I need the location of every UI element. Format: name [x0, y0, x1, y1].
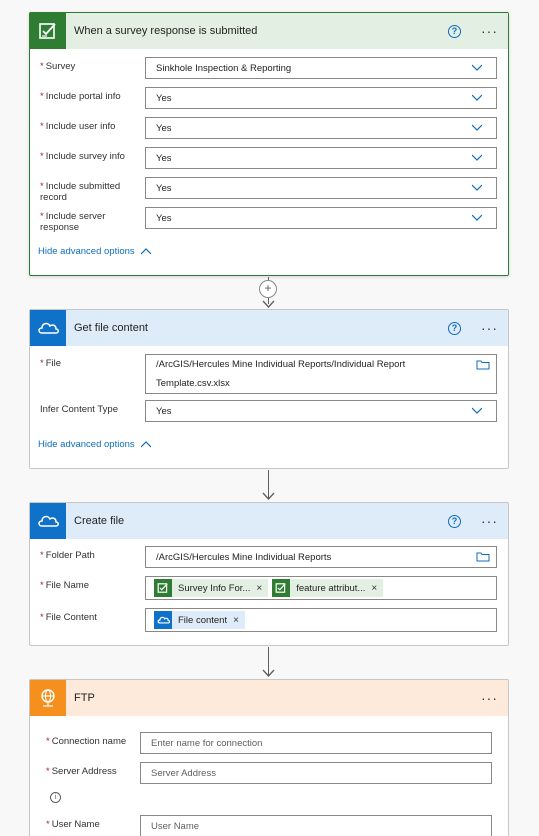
field-label: * Include survey info [40, 151, 125, 162]
include-user-info-select[interactable]: Yes [145, 117, 497, 139]
include-survey-info-select[interactable]: Yes [145, 147, 497, 169]
connection-name-input[interactable]: Enter name for connection [140, 732, 492, 754]
include-submitted-record-select[interactable]: Yes [145, 177, 497, 199]
onedrive-icon [30, 310, 66, 346]
field-label: * File Name [40, 580, 89, 591]
field-label: * User Name [46, 819, 100, 830]
folder-path-field[interactable]: /ArcGIS/Hercules Mine Individual Reports [145, 546, 497, 568]
onedrive-icon [154, 611, 172, 629]
chevron-down-icon [472, 94, 482, 101]
chevron-down-icon [472, 124, 482, 131]
user-name-input[interactable]: User Name [140, 815, 492, 836]
chevron-up-icon [140, 247, 151, 254]
arrow-down-icon [262, 669, 275, 677]
include-server-response-select[interactable]: Yes [145, 207, 497, 229]
survey-select[interactable]: Sinkhole Inspection & Reporting [145, 57, 497, 79]
chevron-down-icon [472, 64, 482, 71]
folder-icon[interactable] [476, 551, 490, 562]
help-icon[interactable]: ? [448, 321, 461, 335]
remove-token-icon[interactable]: × [233, 615, 239, 626]
get-file-card-header[interactable]: Get file content ? ··· [30, 310, 508, 346]
survey-card-header[interactable]: When a survey response is submitted ? ··… [30, 13, 508, 49]
field-label: * Include submitted record [40, 181, 121, 203]
server-address-input[interactable]: Server Address [140, 762, 492, 784]
file-path-field[interactable]: /ArcGIS/Hercules Mine Individual Reports… [145, 354, 497, 394]
dynamic-content-token[interactable]: feature attribut... × [272, 579, 384, 597]
dynamic-content-token[interactable]: File content × [154, 611, 245, 629]
field-label: * Folder Path [40, 550, 95, 561]
chevron-up-icon [140, 440, 151, 447]
create-file-card-title: Create file [74, 515, 125, 527]
field-label: * Include server response [40, 211, 106, 233]
file-content-field[interactable]: File content × [145, 608, 497, 632]
include-portal-info-select[interactable]: Yes [145, 87, 497, 109]
chevron-down-icon [472, 154, 482, 161]
arrow-down-icon [262, 300, 275, 308]
create-file-card-header[interactable]: Create file ? ··· [30, 503, 508, 539]
onedrive-icon [30, 503, 66, 539]
info-icon[interactable]: i [50, 792, 61, 803]
add-step-plus-icon[interactable]: + [259, 280, 277, 298]
more-options-icon[interactable]: ··· [481, 514, 498, 528]
field-label: * File Content [40, 612, 97, 623]
get-file-content-card[interactable]: Get file content ? ··· * File /ArcGIS/Her… [29, 309, 509, 469]
field-label: * Include user info [40, 121, 116, 132]
field-label: * File [40, 358, 62, 369]
file-name-field[interactable]: Survey Info For... × feature attribut...… [145, 576, 497, 600]
help-icon[interactable]: ? [448, 514, 461, 528]
hide-advanced-options-link[interactable]: Hide advanced options [38, 246, 151, 257]
survey123-icon [30, 13, 66, 49]
chevron-down-icon [472, 407, 482, 414]
field-label: Infer Content Type [40, 404, 118, 415]
field-label: * Server Address [46, 766, 117, 777]
survey-trigger-card[interactable]: When a survey response is submitted ? ··… [29, 12, 509, 276]
dynamic-content-token[interactable]: Survey Info For... × [154, 579, 269, 597]
ftp-globe-icon [30, 680, 66, 716]
arrow-down-icon [262, 492, 275, 500]
get-file-card-title: Get file content [74, 322, 148, 334]
create-file-card[interactable]: Create file ? ··· * Folder Path /ArcGIS/H… [29, 502, 509, 646]
survey-card-title: When a survey response is submitted [74, 25, 258, 37]
chevron-down-icon [472, 214, 482, 221]
chevron-down-icon [472, 184, 482, 191]
remove-token-icon[interactable]: × [256, 583, 262, 594]
field-label: * Survey [40, 61, 76, 72]
ftp-card-header[interactable]: FTP ··· [30, 680, 508, 716]
more-options-icon[interactable]: ··· [481, 24, 498, 38]
ftp-card-title: FTP [74, 692, 95, 704]
field-label: * Include portal info [40, 91, 121, 102]
more-options-icon[interactable]: ··· [481, 691, 498, 705]
infer-content-type-select[interactable]: Yes [145, 400, 497, 422]
ftp-card[interactable]: FTP ··· * Connection name Enter name for … [29, 679, 509, 836]
folder-icon[interactable] [476, 359, 490, 370]
more-options-icon[interactable]: ··· [481, 321, 498, 335]
hide-advanced-options-link[interactable]: Hide advanced options [38, 439, 151, 450]
survey123-icon [154, 579, 172, 597]
help-icon[interactable]: ? [448, 24, 461, 38]
field-label: * Connection name [46, 736, 127, 747]
survey123-icon [272, 579, 291, 597]
remove-token-icon[interactable]: × [371, 583, 377, 594]
